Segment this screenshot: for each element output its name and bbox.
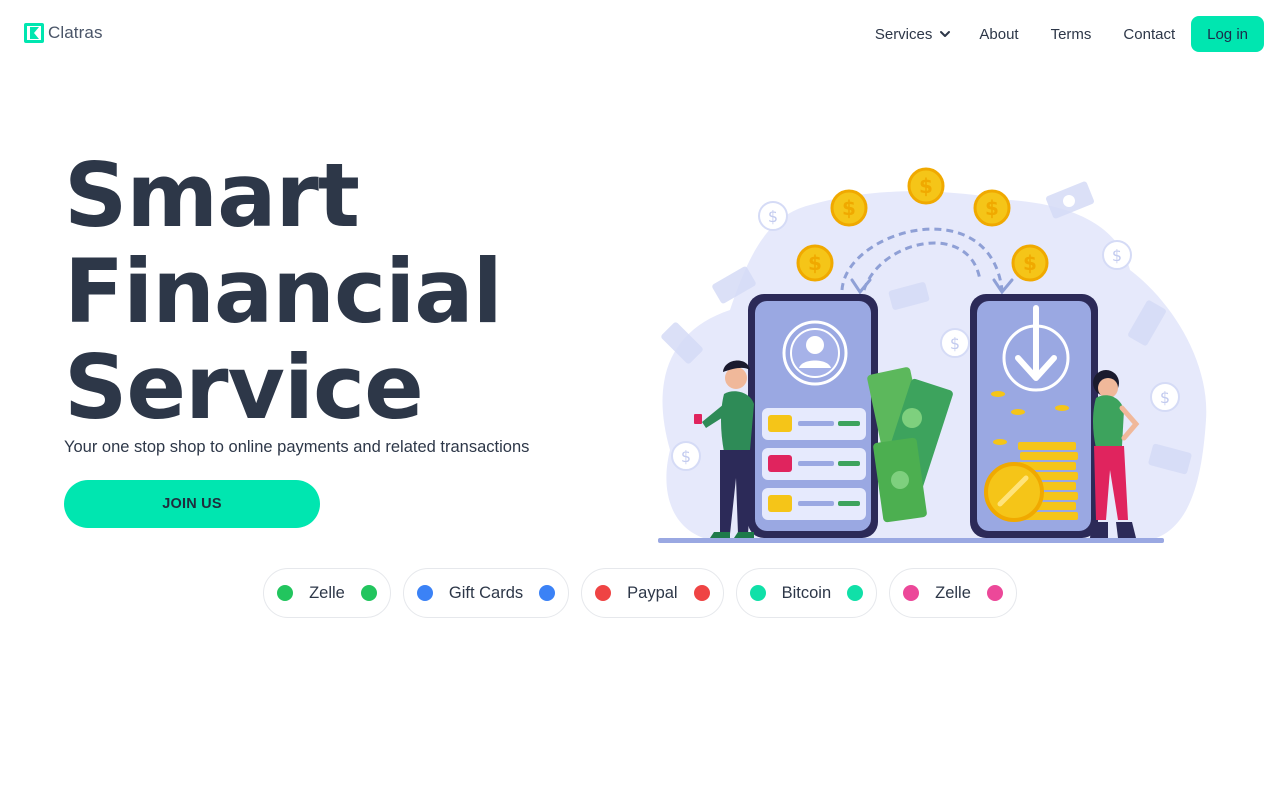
nav-services-dropdown[interactable]: Services <box>875 26 952 43</box>
payment-method-label: Paypal <box>627 583 678 602</box>
top-navbar: Clatras Services About Terms Contact Log… <box>0 0 1280 68</box>
status-dot <box>903 585 920 601</box>
svg-text:$: $ <box>950 334 960 353</box>
payment-method-pill-zelle[interactable]: Zelle <box>263 568 391 618</box>
svg-text:$: $ <box>1160 388 1170 407</box>
hero-illustration: $ $ $ $ $ $ $ $ $ $ <box>658 167 1207 543</box>
payment-method-pill-zelle-2[interactable]: Zelle <box>889 568 1017 618</box>
svg-text:$: $ <box>919 174 933 198</box>
svg-text:$: $ <box>681 447 691 466</box>
svg-text:$: $ <box>985 196 999 220</box>
hero-title-line: Financial <box>64 240 503 343</box>
right-phone-illustration <box>970 294 1098 538</box>
ground-line <box>658 538 1164 543</box>
payment-method-label: Zelle <box>935 583 971 602</box>
nav-services-label: Services <box>874 25 933 43</box>
main-nav: Services About Terms Contact Log in <box>875 16 1264 52</box>
payment-method-pill-paypal[interactable]: Paypal <box>581 568 724 618</box>
svg-text:$: $ <box>1112 246 1122 265</box>
svg-text:$: $ <box>1023 251 1037 275</box>
status-dot <box>360 585 377 601</box>
nav-about-link[interactable]: About <box>979 26 1018 43</box>
hero-subtitle: Your one stop shop to online payments an… <box>64 438 530 456</box>
status-dot <box>595 585 612 601</box>
hero-title: Smart Financial Service <box>64 144 503 439</box>
payment-method-pill-gift-cards[interactable]: Gift Cards <box>402 568 570 618</box>
login-button[interactable]: Log in <box>1191 16 1264 52</box>
status-dot <box>986 585 1003 601</box>
join-us-button[interactable]: JOIN US <box>64 480 320 528</box>
nav-contact-link[interactable]: Contact <box>1123 26 1175 43</box>
left-phone-illustration <box>748 294 878 538</box>
svg-text:$: $ <box>842 196 856 220</box>
payment-method-label: Zelle <box>309 583 345 602</box>
status-dot <box>693 585 710 601</box>
brand-logo-icon <box>24 23 44 43</box>
nav-terms-link[interactable]: Terms <box>1051 26 1092 43</box>
brand[interactable]: Clatras <box>24 23 103 43</box>
hero-title-line: Service <box>64 336 424 439</box>
payment-methods-row: Zelle Gift Cards Paypal Bitcoin Zelle <box>0 568 1280 618</box>
status-dot <box>749 585 766 601</box>
status-dot <box>416 585 433 601</box>
svg-text:$: $ <box>768 207 778 226</box>
hero-title-line: Smart <box>64 144 360 247</box>
status-dot <box>277 585 294 601</box>
brand-name: Clatras <box>48 23 103 42</box>
status-dot <box>847 585 864 601</box>
payment-method-pill-bitcoin[interactable]: Bitcoin <box>735 568 878 618</box>
payment-method-label: Gift Cards <box>448 583 524 602</box>
payment-method-label: Bitcoin <box>781 583 832 602</box>
svg-text:$: $ <box>808 251 822 275</box>
status-dot <box>539 585 556 601</box>
chevron-down-icon <box>940 31 951 37</box>
